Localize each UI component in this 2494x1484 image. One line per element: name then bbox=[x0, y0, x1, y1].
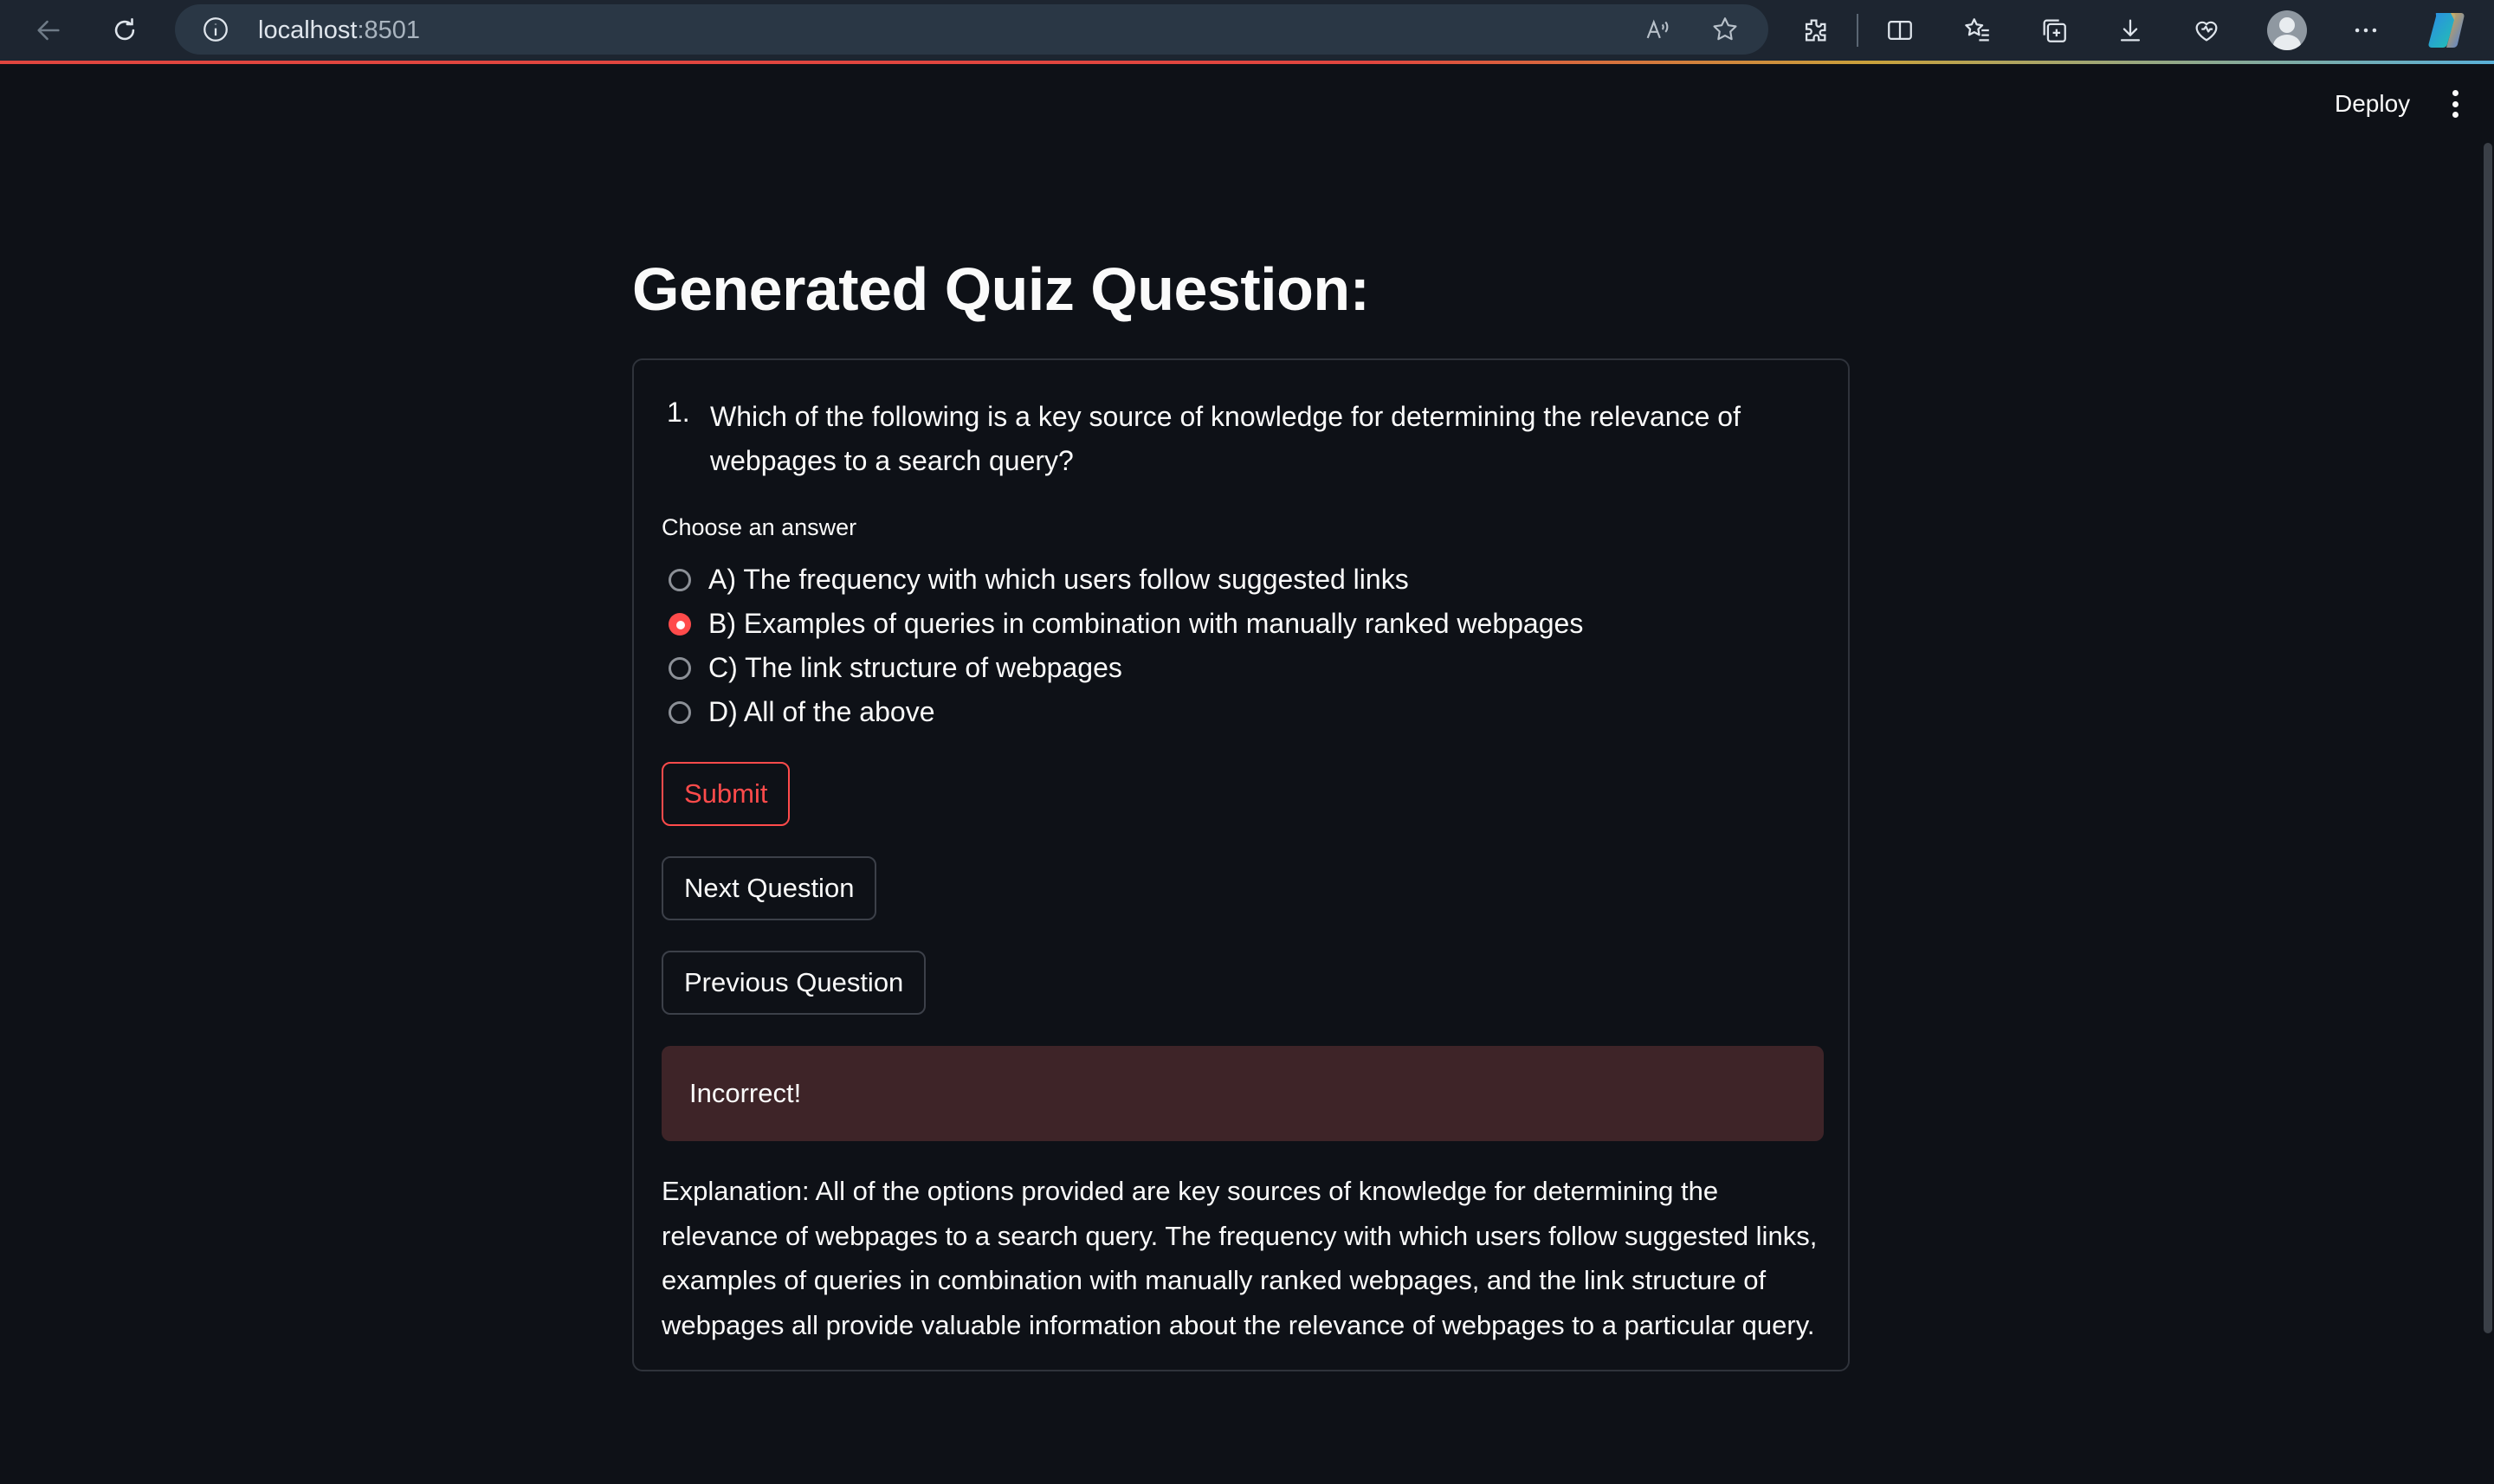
previous-question-button[interactable]: Previous Question bbox=[662, 951, 927, 1015]
answer-option-label: B) Examples of queries in combination wi… bbox=[708, 608, 1584, 639]
profile-avatar-icon[interactable] bbox=[2267, 10, 2307, 50]
collections-icon[interactable] bbox=[2033, 10, 2075, 51]
radio-button-d[interactable] bbox=[669, 700, 691, 724]
split-screen-icon[interactable] bbox=[1879, 10, 1921, 51]
read-aloud-icon[interactable] bbox=[1637, 9, 1678, 50]
radio-button-a[interactable] bbox=[669, 568, 691, 591]
refresh-icon[interactable] bbox=[104, 10, 145, 51]
question-number: 1. bbox=[667, 397, 690, 428]
radio-button-b-selected[interactable] bbox=[669, 612, 691, 636]
browser-essentials-icon[interactable] bbox=[2186, 10, 2227, 51]
url-host: localhost bbox=[258, 16, 358, 44]
address-url[interactable]: localhost:8501 bbox=[258, 16, 420, 45]
avatar-body bbox=[2273, 35, 2301, 50]
answer-option-c[interactable]: C) The link structure of webpages bbox=[662, 646, 1583, 690]
page-title: Generated Quiz Question: bbox=[632, 255, 1370, 323]
answer-option-a[interactable]: A) The frequency with which users follow… bbox=[662, 558, 1583, 602]
answer-option-label: A) The frequency with which users follow… bbox=[708, 564, 1409, 595]
avatar-head bbox=[2279, 17, 2295, 33]
downloads-icon[interactable] bbox=[2110, 10, 2151, 51]
favorite-star-icon[interactable] bbox=[1704, 9, 1746, 50]
extensions-icon[interactable] bbox=[1794, 10, 1836, 51]
radio-button-c[interactable] bbox=[669, 656, 691, 680]
result-error-alert: Incorrect! bbox=[662, 1046, 1824, 1141]
deploy-button[interactable]: Deploy bbox=[2321, 83, 2424, 125]
site-info-icon[interactable] bbox=[201, 15, 230, 44]
answer-radio-group: A) The frequency with which users follow… bbox=[662, 558, 1583, 734]
submit-button[interactable]: Submit bbox=[662, 762, 791, 826]
answer-option-label: C) The link structure of webpages bbox=[708, 652, 1122, 683]
answer-group-label: Choose an answer bbox=[662, 514, 857, 540]
scrollbar[interactable] bbox=[2484, 143, 2492, 1333]
answer-option-label: D) All of the above bbox=[708, 696, 935, 727]
answer-option-d[interactable]: D) All of the above bbox=[662, 690, 1583, 734]
browser-toolbar: localhost:8501 bbox=[0, 0, 2494, 61]
explanation-text: Explanation: All of the options provided… bbox=[662, 1176, 1818, 1340]
page-load-accent-line bbox=[0, 61, 2494, 64]
more-menu-icon[interactable] bbox=[2345, 10, 2387, 51]
result-text: Incorrect! bbox=[689, 1078, 802, 1108]
address-bar[interactable]: localhost:8501 bbox=[175, 4, 1768, 55]
quiz-card: 1. Which of the following is a key sourc… bbox=[632, 358, 1850, 1371]
favorites-icon[interactable] bbox=[1957, 10, 1999, 51]
back-arrow-icon[interactable] bbox=[28, 10, 69, 51]
main-menu-icon[interactable] bbox=[2442, 87, 2468, 121]
answer-option-b[interactable]: B) Examples of queries in combination wi… bbox=[662, 602, 1583, 646]
question-text: Which of the following is a key source o… bbox=[710, 401, 1741, 476]
copilot-icon[interactable] bbox=[2425, 9, 2470, 52]
url-port: :8501 bbox=[357, 16, 421, 44]
toolbar-divider bbox=[1857, 14, 1858, 47]
next-question-button[interactable]: Next Question bbox=[662, 856, 877, 920]
